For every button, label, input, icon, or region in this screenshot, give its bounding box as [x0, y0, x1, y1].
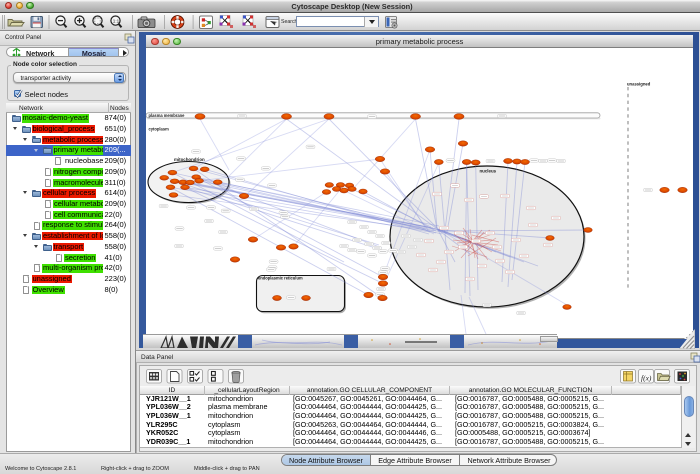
svg-text:f(x): f(x)	[641, 374, 652, 383]
svg-text:unassigned: unassigned	[627, 81, 651, 86]
svg-text:nucleus: nucleus	[480, 169, 497, 174]
svg-text:cytoplasm: cytoplasm	[149, 127, 170, 132]
svg-text:plasma membrane: plasma membrane	[149, 113, 186, 118]
svg-text:mitochondrion: mitochondrion	[174, 157, 205, 162]
svg-text:endoplasmic reticulum: endoplasmic reticulum	[258, 276, 303, 281]
